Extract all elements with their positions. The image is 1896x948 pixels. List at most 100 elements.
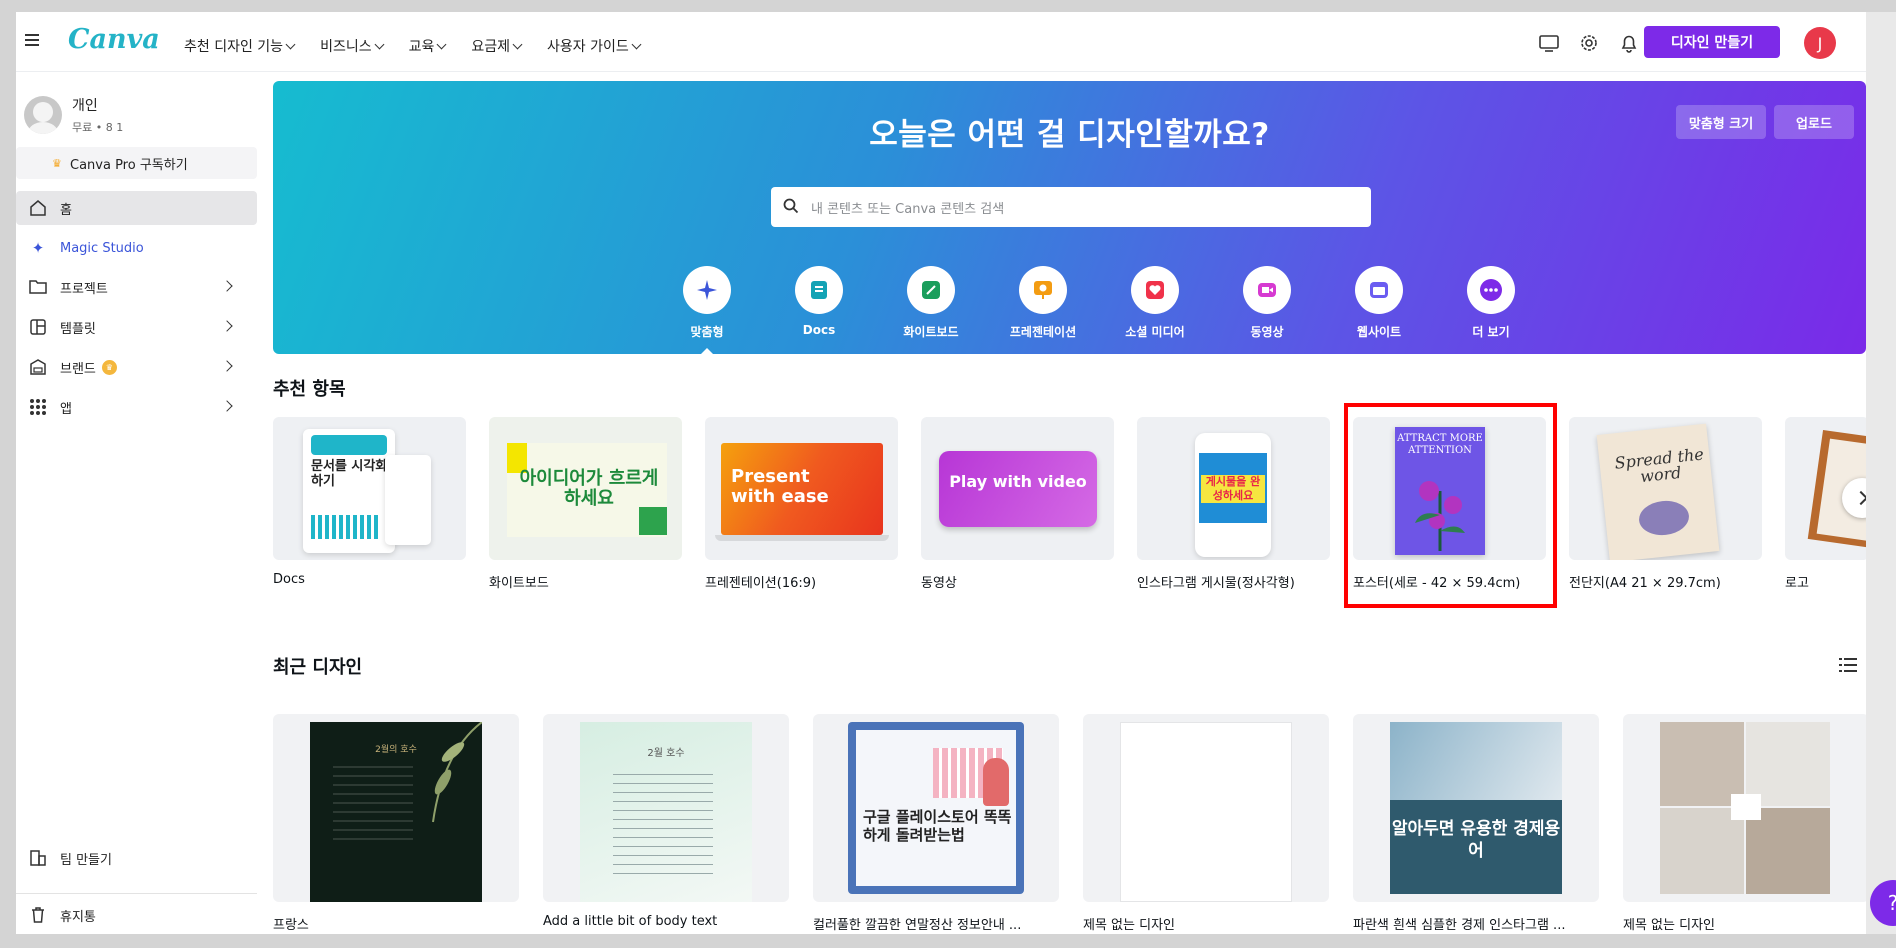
recommended-card-whiteboard[interactable]: 아이디어가 흐르게 하세요 화이트보드 <box>489 417 682 591</box>
chevron-down-icon <box>436 39 447 50</box>
chevron-down-icon <box>512 39 523 50</box>
more-icon <box>1467 266 1515 314</box>
category-video[interactable]: 동영상 <box>1211 266 1323 340</box>
sidebar: 개인 무료 • 8 1 ♛ Canva Pro 구독하기 홈 ✦ Magic S… <box>16 73 271 934</box>
instagram-post-thumbnail: 게시물을 완성하세요 <box>1137 417 1330 560</box>
chevron-down-icon <box>631 39 642 50</box>
sparkle-icon: ✦ <box>31 239 45 257</box>
trash-icon <box>28 906 48 924</box>
recent-section-title: 최근 디자인 <box>273 657 363 678</box>
menu-icon[interactable] <box>25 34 39 46</box>
recent-thumbnail <box>1623 714 1866 902</box>
chevron-down-icon <box>285 39 296 50</box>
recent-design-card[interactable]: 2월의 호수 프랑스 포스터 <box>273 714 519 934</box>
recent-thumbnail: 구글 플레이스토어 똑똑하게 돌려받는법 <box>813 714 1059 902</box>
desktop-app-icon[interactable] <box>1538 32 1560 54</box>
account-avatar <box>24 96 62 134</box>
search-icon <box>783 198 799 214</box>
home-icon <box>28 199 48 217</box>
sidebar-item-create-team[interactable]: 팀 만들기 <box>16 841 257 875</box>
recent-design-card[interactable]: 제목 없는 디자인 Docs <box>1083 714 1329 934</box>
selection-highlight <box>1344 403 1557 608</box>
leaf-illustration <box>432 722 482 823</box>
nav-pricing[interactable]: 요금제 <box>471 36 523 56</box>
apps-grid-icon <box>28 398 48 416</box>
nav-featured[interactable]: 추천 디자인 기능 <box>184 36 296 56</box>
top-icons <box>1538 32 1640 54</box>
search-input[interactable]: 내 콘텐츠 또는 Canva 콘텐츠 검색 <box>771 187 1371 227</box>
presentation-icon <box>1019 266 1067 314</box>
recent-design-card[interactable]: 구글 플레이스토어 똑똑하게 돌려받는법 컬러풀한 깔끔한 연말정산 정보안내 … <box>813 714 1059 934</box>
recommended-section-title: 추천 항목 <box>273 379 346 400</box>
team-icon <box>28 849 48 867</box>
recent-design-card[interactable]: 알아두면 유용한 경제용어 파란색 흰색 심플한 경제 인스타그램 ... 인스… <box>1353 714 1599 934</box>
chevron-right-icon <box>221 320 233 332</box>
recommended-card-flyer[interactable]: Spread the word 전단지(A4 21 × 29.7cm) <box>1569 417 1762 591</box>
heart-icon <box>1131 266 1179 314</box>
video-thumbnail: Play with video <box>921 417 1114 560</box>
recent-design-card[interactable]: 2월 호수 Add a little bit of body text 포스터 <box>543 714 789 934</box>
recent-thumbnail <box>1083 714 1329 902</box>
notification-bell-icon[interactable] <box>1618 32 1640 54</box>
chevron-right-icon <box>221 280 233 292</box>
sidebar-item-templates[interactable]: 템플릿 <box>16 310 257 344</box>
sparkle-icon <box>683 266 731 314</box>
whiteboard-icon <box>907 266 955 314</box>
category-website[interactable]: 웹사이트 <box>1323 266 1435 340</box>
video-icon <box>1243 266 1291 314</box>
folder-icon <box>28 278 48 296</box>
docs-thumbnail: 문서를 시각화하기 <box>273 417 466 560</box>
sidebar-item-projects[interactable]: 프로젝트 <box>16 270 257 304</box>
settings-gear-icon[interactable] <box>1578 32 1600 54</box>
create-design-button[interactable]: 디자인 만들기 <box>1644 26 1780 58</box>
nav-user-guide[interactable]: 사용자 가이드 <box>547 36 642 56</box>
upload-button[interactable]: 업로드 <box>1774 105 1854 139</box>
recommended-card-presentation[interactable]: Present with ease 프레젠테이션(16:9) <box>705 417 898 591</box>
brand-icon <box>28 358 48 376</box>
crown-badge-icon: ♛ <box>101 359 117 375</box>
sidebar-divider <box>16 893 257 894</box>
hero-banner: 오늘은 어떤 걸 디자인할까요? 맞춤형 크기 업로드 내 콘텐츠 또는 Can… <box>273 81 1866 354</box>
crown-icon: ♛ <box>52 156 62 170</box>
category-presentation[interactable]: 프레젠테이션 <box>987 266 1099 340</box>
top-nav: 추천 디자인 기능 비즈니스 교육 요금제 사용자 가이드 <box>184 36 642 56</box>
canva-logo[interactable]: Canva <box>68 24 160 55</box>
flyer-thumbnail: Spread the word <box>1569 417 1762 560</box>
recommended-row: 문서를 시각화하기 Docs 아이디어가 흐르게 하세요 화이트보드 Prese… <box>273 417 1866 617</box>
custom-size-button[interactable]: 맞춤형 크기 <box>1676 105 1766 139</box>
nav-business[interactable]: 비즈니스 <box>320 36 385 56</box>
chevron-right-icon <box>221 400 233 412</box>
category-docs[interactable]: Docs <box>763 266 875 340</box>
category-social-media[interactable]: 소셜 미디어 <box>1099 266 1211 340</box>
category-whiteboard[interactable]: 화이트보드 <box>875 266 987 340</box>
docs-icon <box>795 266 843 314</box>
user-avatar[interactable]: J <box>1804 27 1836 59</box>
page-scrollbar[interactable] <box>1866 12 1896 934</box>
category-custom[interactable]: 맞춤형 <box>651 266 763 354</box>
sidebar-item-home[interactable]: 홈 <box>16 191 257 225</box>
recommended-card-video[interactable]: Play with video 동영상 <box>921 417 1114 591</box>
design-category-bar: 맞춤형 Docs 화이트보드 프레젠테이션 소셜 미디어 동영상 웹사이트 더 … <box>651 266 1547 354</box>
sidebar-item-magic-studio[interactable]: ✦ Magic Studio <box>16 231 257 265</box>
account-name: 개인 <box>72 98 98 114</box>
sidebar-item-brand[interactable]: 브랜드 ♛ <box>16 350 257 384</box>
presentation-thumbnail: Present with ease <box>705 417 898 560</box>
recent-thumbnail: 알아두면 유용한 경제용어 <box>1353 714 1599 902</box>
hero-title: 오늘은 어떤 걸 디자인할까요? <box>869 117 1270 153</box>
sidebar-item-apps[interactable]: 앱 <box>16 390 257 424</box>
website-icon <box>1355 266 1403 314</box>
chevron-down-icon <box>374 39 385 50</box>
recent-design-card[interactable]: 제목 없는 디자인 인스타그램 게시물 <box>1623 714 1866 934</box>
account-plan: 무료 • 8 1 <box>72 121 124 134</box>
canva-pro-button[interactable]: ♛ Canva Pro 구독하기 <box>16 147 257 179</box>
list-view-icon[interactable] <box>1839 658 1857 672</box>
nav-education[interactable]: 교육 <box>409 36 447 56</box>
sidebar-item-trash[interactable]: 휴지통 <box>16 898 257 932</box>
recommended-card-docs[interactable]: 문서를 시각화하기 Docs <box>273 417 466 587</box>
canva-home-window: Canva 추천 디자인 기능 비즈니스 교육 요금제 사용자 가이드 디자인 … <box>16 12 1866 934</box>
account-switcher[interactable]: 개인 무료 • 8 1 <box>24 95 123 135</box>
recommended-card-instagram-post[interactable]: 게시물을 완성하세요 인스타그램 게시물(정사각형) <box>1137 417 1330 591</box>
recent-thumbnail: 2월 호수 <box>543 714 789 902</box>
category-more[interactable]: 더 보기 <box>1435 266 1547 340</box>
template-icon <box>28 318 48 336</box>
